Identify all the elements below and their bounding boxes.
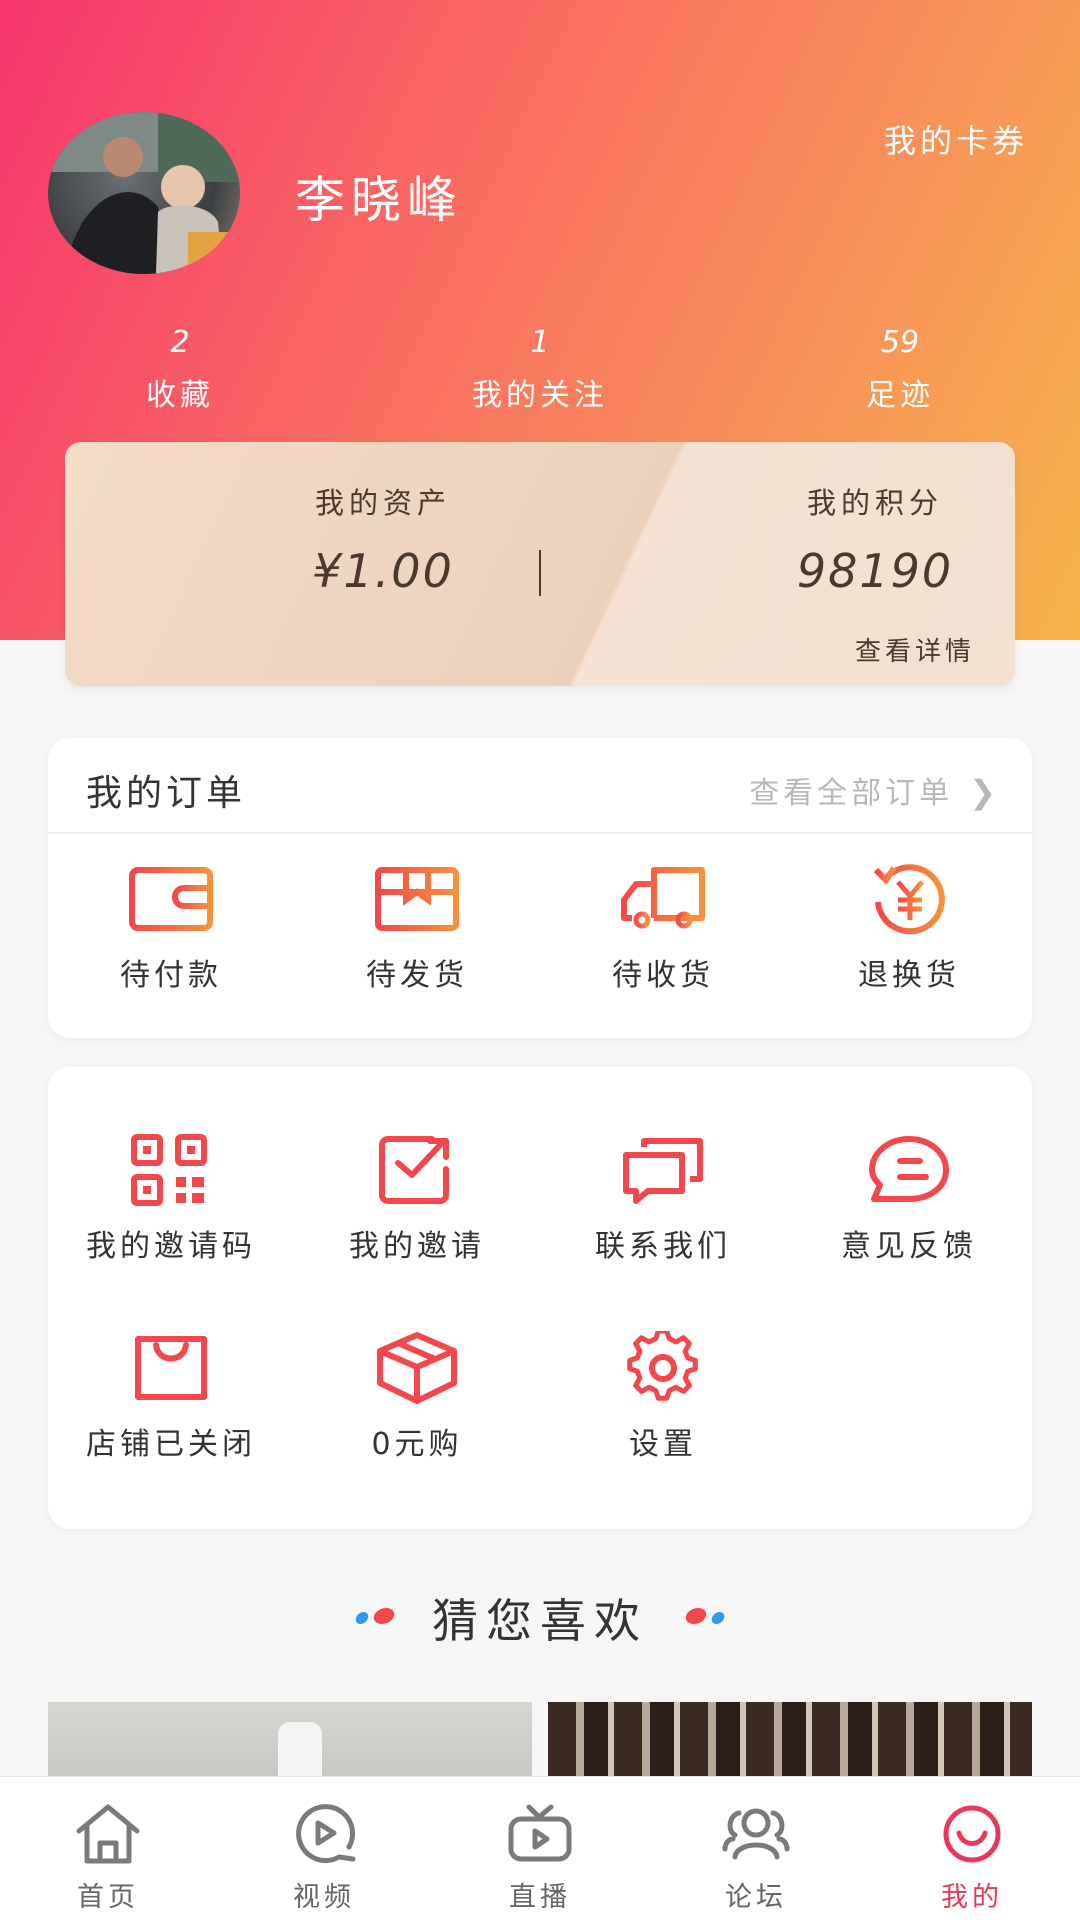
tool-label: 联系我们	[595, 1229, 731, 1264]
tab-label: 视频	[293, 1882, 355, 1913]
tool-label: 设置	[629, 1427, 697, 1462]
product-image	[278, 1722, 322, 1782]
stat-value: 1	[530, 325, 550, 360]
home-icon	[73, 1803, 143, 1865]
tab-forum[interactable]: 论坛	[648, 1777, 864, 1920]
tab-home[interactable]: 首页	[0, 1777, 216, 1920]
order-pending-receipt[interactable]: 待收货	[540, 862, 786, 994]
tab-live[interactable]: 直播	[432, 1777, 648, 1920]
view-all-orders-label: 查看全部订单	[749, 776, 954, 811]
bottom-tab-bar: 首页 视频 直播 论坛 我的	[0, 1776, 1080, 1920]
stat-label: 我的关注	[472, 378, 608, 413]
order-label: 待收货	[612, 958, 714, 993]
recommend-header: 猜您喜欢	[0, 1585, 1080, 1655]
decor-dots-right	[683, 1608, 727, 1628]
asset-divider	[539, 550, 541, 596]
tool-label: 意见反馈	[841, 1229, 977, 1264]
tools-card: 我的邀请码 我的邀请 联系我们 意见反馈 店铺已关闭 0元购 设置	[48, 1067, 1032, 1529]
tab-label: 首页	[77, 1882, 139, 1913]
tab-video[interactable]: 视频	[216, 1777, 432, 1920]
stat-label: 收藏	[146, 378, 214, 413]
product-image	[548, 1702, 1032, 1782]
tab-mine[interactable]: 我的	[864, 1777, 1080, 1920]
order-label: 待发货	[366, 958, 468, 993]
stat-favorites[interactable]: 2 收藏	[80, 325, 280, 414]
tool-label: 我的邀请码	[86, 1229, 256, 1264]
view-all-orders-link[interactable]: 查看全部订单 ❯	[749, 768, 1000, 812]
tool-my-invites[interactable]: 我的邀请	[294, 1133, 540, 1265]
recommend-title: 猜您喜欢	[432, 1594, 648, 1648]
wallet-icon	[126, 862, 216, 936]
balance-title: 我的资产	[314, 486, 451, 520]
balance-value: ¥1.00	[312, 544, 454, 598]
order-label: 退换货	[858, 958, 960, 993]
points-value: 98190	[796, 544, 954, 598]
forum-users-icon	[721, 1803, 791, 1865]
order-pending-shipment[interactable]: 待发货	[294, 862, 540, 994]
refund-yuan-icon	[864, 862, 954, 936]
tool-zero-buy[interactable]: 0元购	[294, 1331, 540, 1463]
tool-feedback[interactable]: 意见反馈	[786, 1133, 1032, 1265]
tool-shop-closed[interactable]: 店铺已关闭	[48, 1331, 294, 1463]
package-icon	[372, 862, 462, 936]
orders-title: 我的订单	[86, 773, 247, 814]
tab-label: 我的	[941, 1882, 1003, 1913]
tool-label: 0元购	[371, 1427, 463, 1462]
product-card[interactable]	[48, 1702, 532, 1782]
avatar[interactable]	[48, 112, 240, 274]
share-invite-icon	[372, 1133, 462, 1207]
stat-footprints[interactable]: 59 足迹	[800, 325, 1000, 414]
tool-label: 我的邀请	[349, 1229, 485, 1264]
asset-card[interactable]: 我的资产 ¥1.00 我的积分 98190 查看详情	[65, 442, 1015, 686]
tool-label: 店铺已关闭	[86, 1427, 256, 1462]
qr-code-icon	[126, 1133, 216, 1207]
profile-page: 李晓峰 我的卡券 2 收藏 1 我的关注 59 足迹 我的资产 ¥1.00 我的…	[0, 0, 1080, 1920]
balance-block[interactable]: 我的资产 ¥1.00	[233, 480, 533, 598]
stat-value: 59	[880, 325, 920, 360]
smile-profile-icon	[937, 1803, 1007, 1865]
tool-invite-code[interactable]: 我的邀请码	[48, 1133, 294, 1265]
view-details-link[interactable]: 查看详情	[855, 631, 975, 668]
points-title: 我的积分	[806, 486, 943, 520]
truck-icon	[618, 862, 708, 936]
coupon-link[interactable]: 我的卡券	[884, 116, 1028, 162]
gear-icon	[618, 1328, 708, 1405]
tab-label: 论坛	[725, 1882, 787, 1913]
points-block[interactable]: 我的积分 98190	[725, 480, 1025, 598]
tool-contact-us[interactable]: 联系我们	[540, 1133, 786, 1265]
product-card[interactable]	[548, 1702, 1032, 1782]
orders-card: 我的订单 查看全部订单 ❯ 待付款 待发货 待收货 退换货	[48, 738, 1032, 1038]
box-icon	[372, 1331, 462, 1405]
user-name: 李晓峰	[295, 171, 463, 229]
order-refund[interactable]: 退换货	[786, 862, 1032, 994]
order-pending-payment[interactable]: 待付款	[48, 862, 294, 994]
stat-value: 2	[170, 325, 190, 360]
video-play-icon	[289, 1803, 359, 1865]
shop-bag-icon	[126, 1331, 216, 1405]
tab-label: 直播	[509, 1882, 571, 1913]
decor-dots-left	[353, 1608, 397, 1628]
order-label: 待付款	[120, 958, 222, 993]
tool-settings[interactable]: 设置	[540, 1328, 786, 1463]
feedback-bubble-icon	[864, 1133, 954, 1207]
chat-windows-icon	[618, 1133, 708, 1207]
stat-label: 足迹	[866, 378, 934, 413]
chevron-right-icon: ❯	[969, 773, 1000, 811]
live-tv-icon	[505, 1803, 575, 1865]
orders-header: 我的订单 查看全部订单 ❯	[48, 738, 1032, 834]
stats-row: 2 收藏 1 我的关注 59 足迹	[0, 325, 1080, 425]
stat-following[interactable]: 1 我的关注	[440, 325, 640, 414]
